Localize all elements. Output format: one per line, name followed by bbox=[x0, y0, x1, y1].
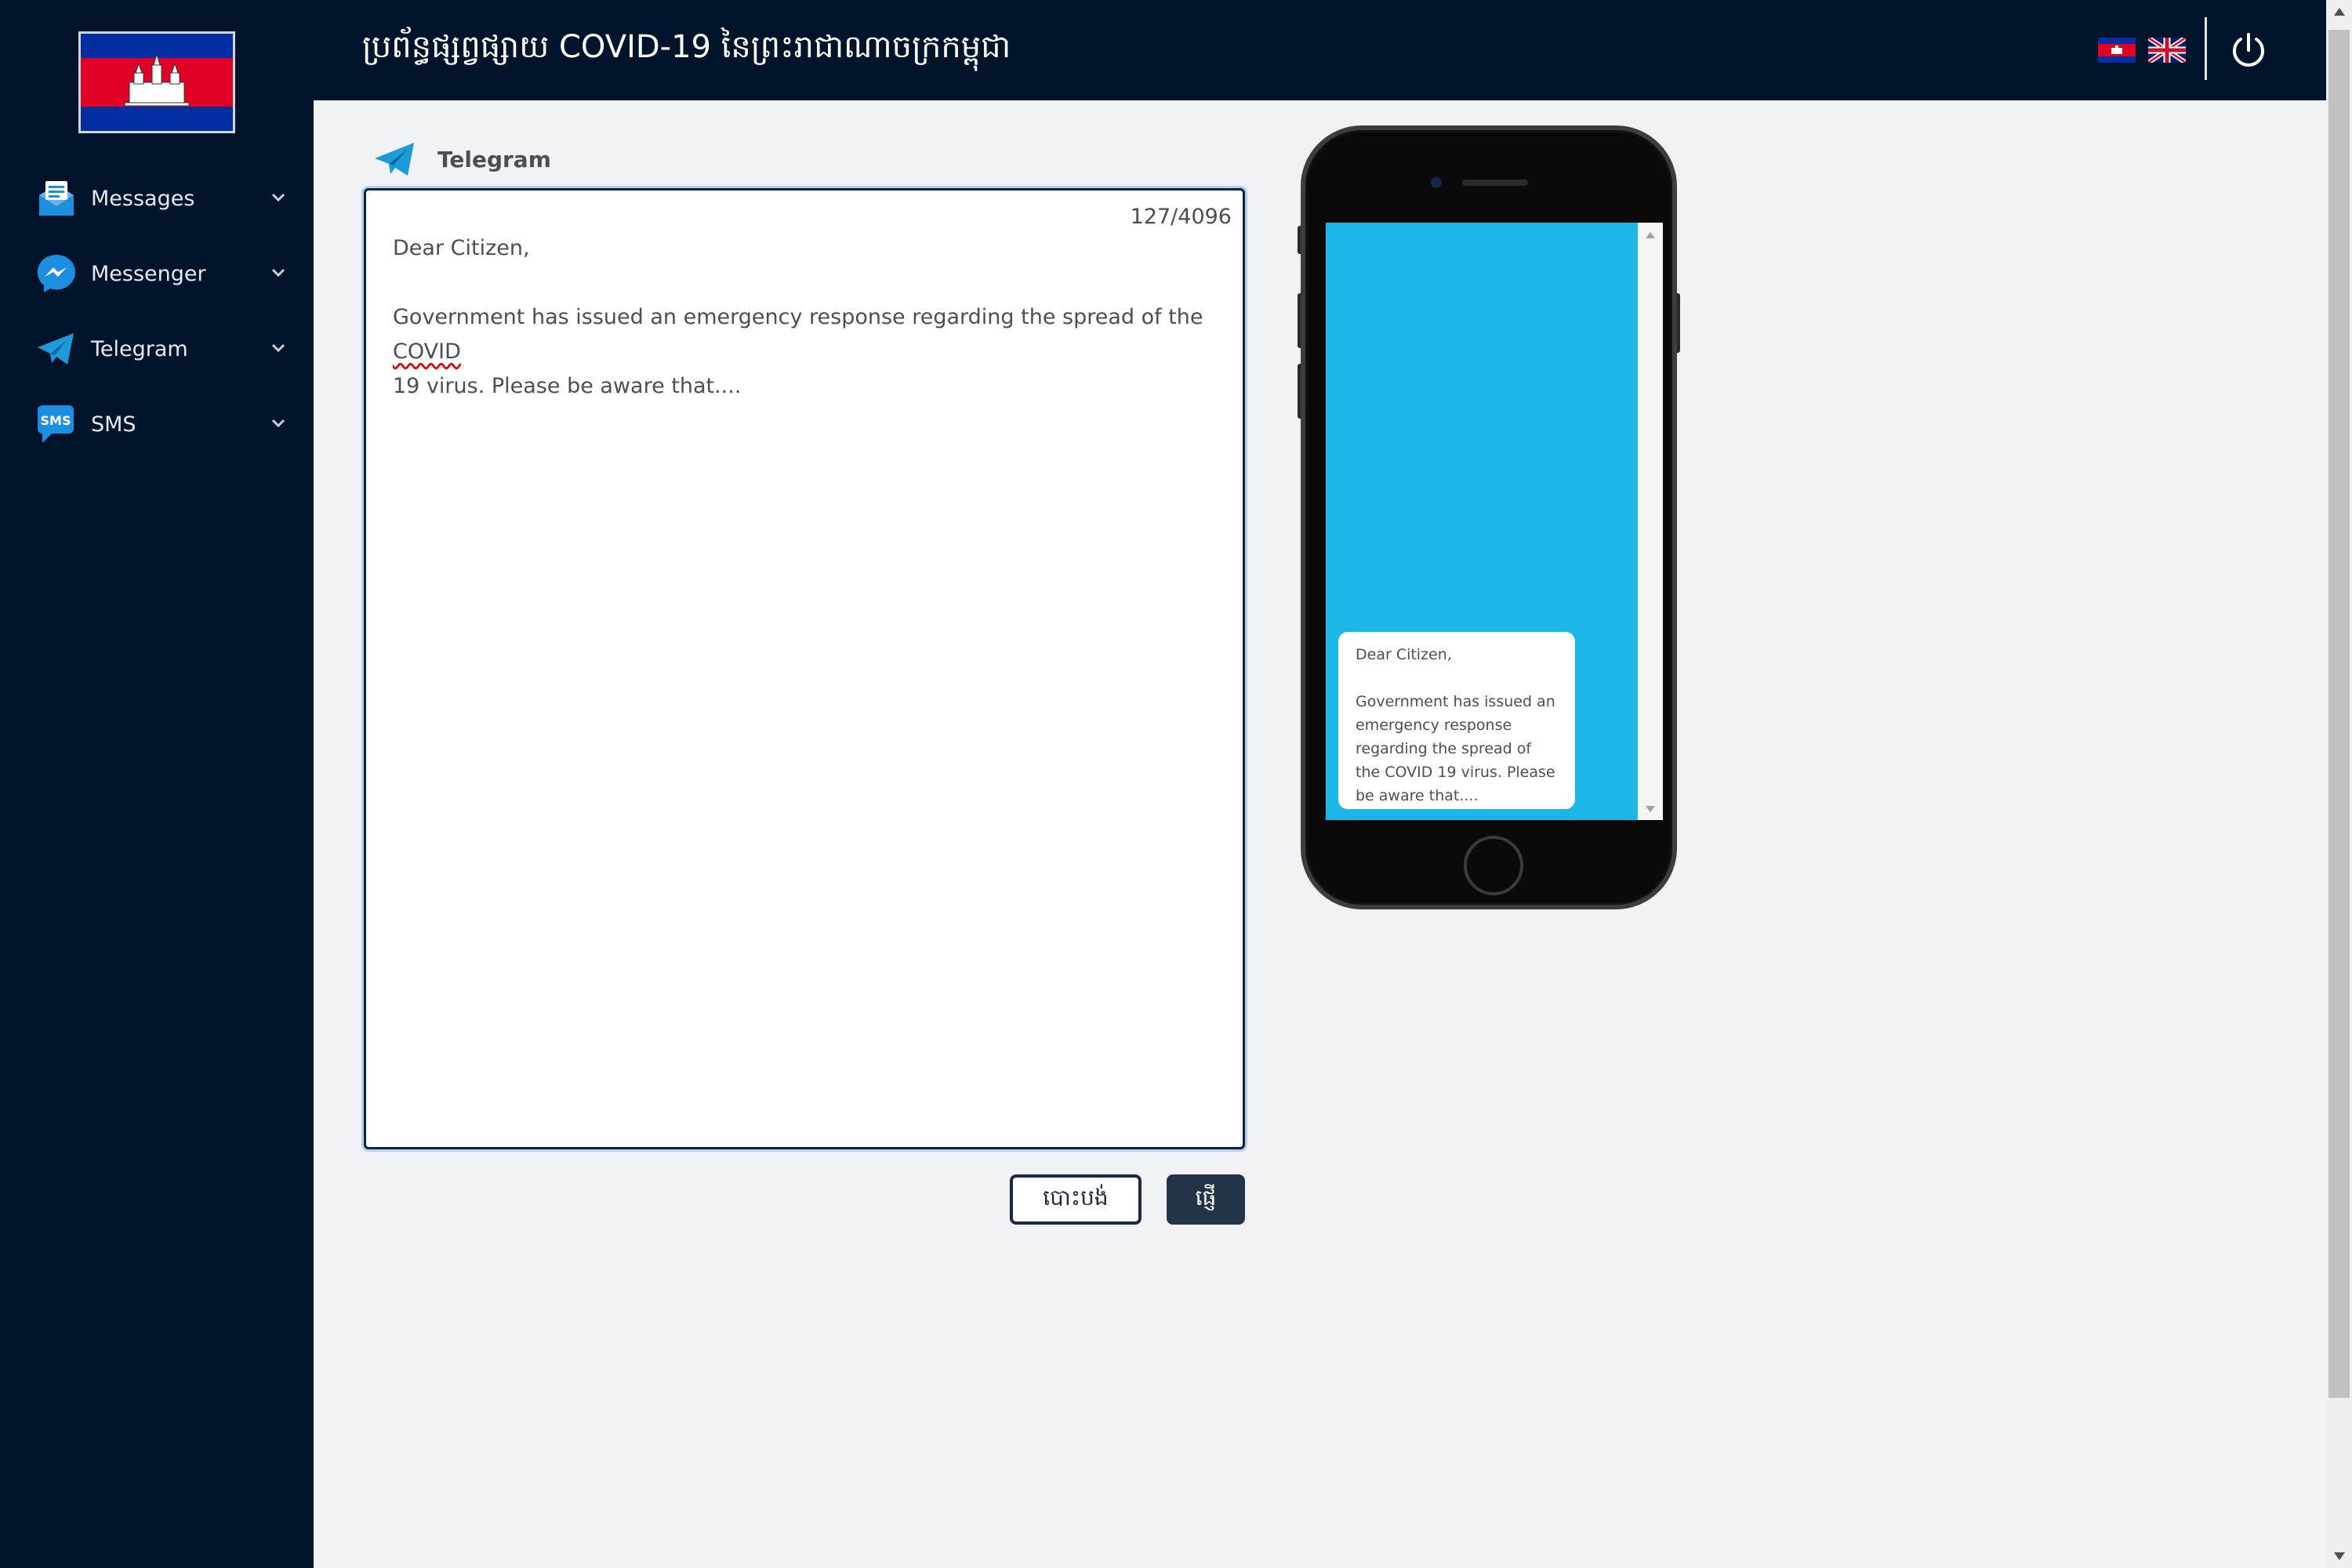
sidebar-item-label: Telegram bbox=[91, 336, 188, 361]
sidebar-item-label: Messenger bbox=[91, 261, 206, 286]
character-counter: 127/4096 bbox=[1130, 205, 1232, 229]
message-text[interactable]: Dear Citizen, Government has issued an e… bbox=[393, 231, 1224, 404]
cambodia-flag-logo bbox=[78, 31, 235, 133]
top-header: ប្រព័ន្ធផ្សព្វផ្សាយ COVID-19 នៃព្រះរាជាណ… bbox=[314, 0, 2326, 100]
scroll-down-arrow-icon[interactable] bbox=[2334, 1552, 2345, 1560]
messenger-icon bbox=[38, 255, 75, 292]
scroll-down-arrow-icon[interactable] bbox=[1646, 806, 1655, 812]
header-divider bbox=[2205, 17, 2207, 80]
chevron-down-icon bbox=[271, 343, 285, 353]
page-scrollbar[interactable] bbox=[2326, 0, 2352, 1568]
sidebar-item-sms[interactable]: SMS SMS bbox=[0, 387, 314, 462]
sidebar-item-label: SMS bbox=[91, 412, 136, 437]
chevron-down-icon bbox=[271, 268, 285, 278]
scroll-up-arrow-icon[interactable] bbox=[1646, 232, 1655, 238]
phone-preview: Dear Citizen, Government has issued an e… bbox=[1298, 125, 1680, 909]
scroll-up-arrow-icon[interactable] bbox=[2334, 8, 2345, 16]
camera-icon bbox=[1431, 177, 1442, 188]
sms-icon: SMS bbox=[38, 405, 74, 443]
send-button[interactable]: ផ្ញើ bbox=[1167, 1174, 1245, 1225]
envelope-message-icon bbox=[39, 181, 74, 216]
phone-body: Dear Citizen, Government has issued an e… bbox=[1301, 125, 1677, 909]
message-line: Dear Citizen, bbox=[393, 236, 530, 260]
page-title: ប្រព័ន្ធផ្សព្វផ្សាយ COVID-19 នៃព្រះរាជាណ… bbox=[362, 29, 1011, 65]
cambodia-flag-icon[interactable] bbox=[2098, 38, 2136, 63]
sms-icon-text: SMS bbox=[41, 413, 71, 428]
sidebar-item-messenger[interactable]: Messenger bbox=[0, 236, 314, 311]
phone-screen: Dear Citizen, Government has issued an e… bbox=[1326, 223, 1663, 820]
telegram-icon bbox=[38, 333, 74, 365]
section-title: Telegram bbox=[437, 146, 551, 172]
message-line: 19 virus. Please be aware that.... bbox=[393, 374, 742, 398]
preview-message-bubble: Dear Citizen, Government has issued an e… bbox=[1338, 632, 1575, 809]
chevron-down-icon bbox=[271, 419, 285, 428]
sidebar-item-label: Messages bbox=[91, 186, 195, 211]
sidebar-item-messages[interactable]: Messages bbox=[0, 161, 314, 236]
chevron-down-icon bbox=[271, 193, 285, 202]
uk-flag-icon[interactable] bbox=[2148, 38, 2186, 63]
home-button bbox=[1464, 836, 1523, 895]
power-icon[interactable] bbox=[2228, 30, 2269, 71]
message-line: Government has issued an emergency respo… bbox=[393, 305, 1210, 329]
preview-scrollbar[interactable] bbox=[1638, 223, 1663, 820]
telegram-icon bbox=[375, 143, 414, 176]
spellcheck-word: COVID bbox=[393, 339, 461, 364]
sidebar-item-telegram[interactable]: Telegram bbox=[0, 311, 314, 387]
scrollbar-thumb[interactable] bbox=[2328, 30, 2350, 1398]
message-textarea[interactable]: 127/4096 Dear Citizen, Government has is… bbox=[364, 188, 1245, 1149]
sidebar-nav: Messages Messenger Telegram SMS SMS bbox=[0, 161, 314, 462]
cancel-button[interactable]: បោះបង់ bbox=[1010, 1174, 1142, 1225]
phone-speaker bbox=[1462, 180, 1528, 186]
section-heading: Telegram bbox=[373, 140, 551, 179]
sidebar: Messages Messenger Telegram SMS SMS bbox=[0, 0, 314, 1568]
